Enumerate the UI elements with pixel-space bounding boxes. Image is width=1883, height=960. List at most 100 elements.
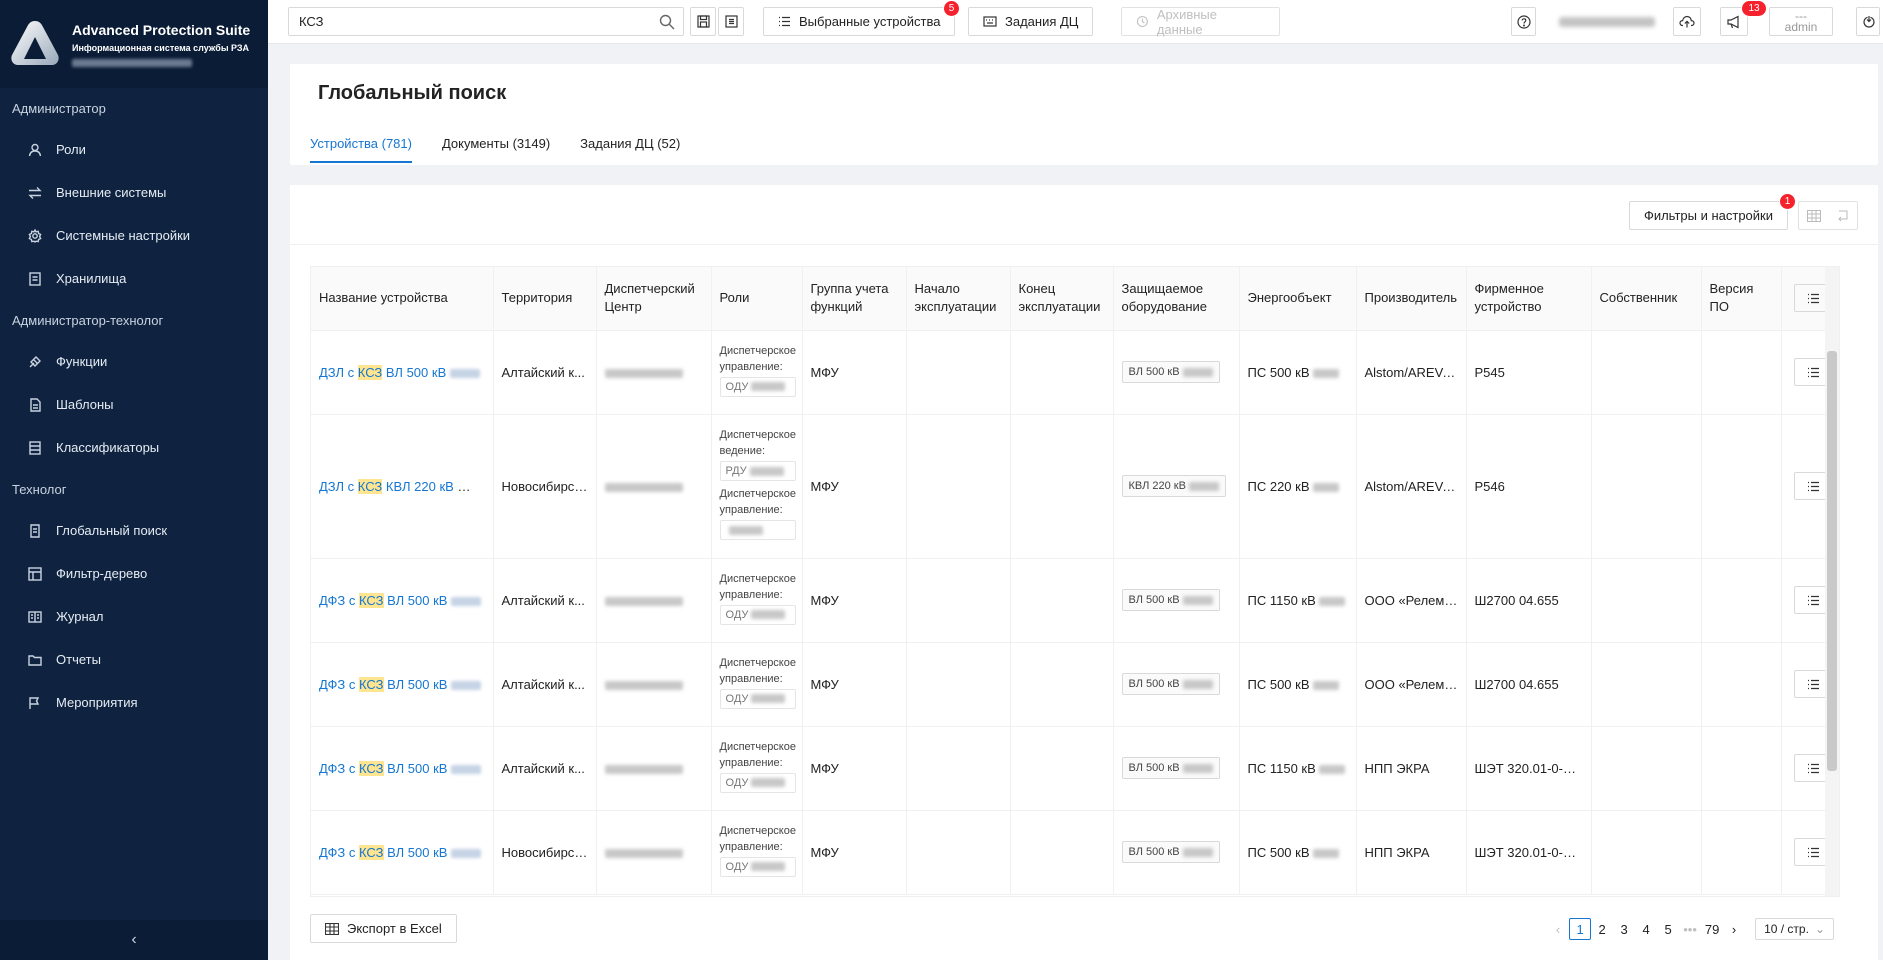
- list-icon: [1808, 595, 1819, 605]
- equipment-tag[interactable]: ВЛ 500 кВ: [1121, 673, 1220, 695]
- save-search-button[interactable]: [690, 7, 716, 36]
- device-name-suffix: ВЛ 500 кВ: [382, 364, 447, 380]
- device-name-link[interactable]: ДФЗ с КСЗ ВЛ 500 кВ: [319, 592, 482, 608]
- sidebar-item-templates[interactable]: Шаблоны: [0, 383, 268, 426]
- sidebar-item-filter-tree[interactable]: Фильтр-дерево: [0, 552, 268, 595]
- selected-devices-button[interactable]: Выбранные устройства: [763, 7, 956, 36]
- sidebar-collapse-button[interactable]: ‹: [0, 920, 268, 960]
- page-1[interactable]: 1: [1569, 918, 1592, 940]
- device-name-link[interactable]: ДЗЛ с КСЗ ВЛ 500 кВ: [319, 364, 480, 380]
- column-header[interactable]: Начало эксплуатации: [906, 267, 1011, 331]
- model-cell: P546: [1466, 414, 1592, 559]
- export-excel-button[interactable]: Экспорт в Excel: [310, 914, 457, 943]
- dc-tasks-button[interactable]: Задания ДЦ: [968, 7, 1094, 36]
- page-4[interactable]: 4: [1635, 918, 1657, 940]
- page-last[interactable]: 79: [1701, 918, 1723, 940]
- help-button[interactable]: [1511, 7, 1536, 36]
- sidebar-item-storages[interactable]: Хранилища: [0, 257, 268, 300]
- search-icon[interactable]: [659, 14, 675, 30]
- list-icon: [1808, 679, 1819, 689]
- sidebar-item-system-settings[interactable]: Системные настройки: [0, 214, 268, 257]
- view-toggle[interactable]: [1798, 201, 1858, 230]
- manufacturer-cell: ООО «Релема...: [1356, 558, 1467, 643]
- redacted-text: [751, 778, 786, 787]
- column-header[interactable]: Группа учета функций: [802, 267, 907, 331]
- next-page-button[interactable]: ›: [1723, 918, 1745, 940]
- column-header[interactable]: Собственник: [1591, 267, 1702, 331]
- table-row[interactable]: ДЗЛ с КСЗ ВЛ 500 кВ Алтайский к... Диспет…: [311, 330, 1839, 415]
- user-org-redacted: [72, 58, 192, 67]
- roles-cell: Диспетчерское управление: ОДУ: [711, 330, 803, 415]
- sidebar-item-journal[interactable]: Журнал: [0, 595, 268, 638]
- sidebar-item-classifiers[interactable]: Классификаторы: [0, 426, 268, 469]
- saved-searches-button[interactable]: [718, 7, 744, 36]
- tab-devices[interactable]: Устройства (781): [310, 136, 412, 163]
- tab-documents[interactable]: Документы (3149): [442, 136, 550, 163]
- sidebar-item-external-systems[interactable]: Внешние системы: [0, 171, 268, 214]
- table-row[interactable]: ДФЗ с КСЗ ВЛ 500 кВ Алтайский к... Диспет…: [311, 642, 1839, 727]
- column-header[interactable]: Роли: [711, 267, 803, 331]
- page-2[interactable]: 2: [1591, 918, 1613, 940]
- tab-dc-tasks[interactable]: Задания ДЦ (52): [580, 136, 680, 163]
- sidebar-item-global-search[interactable]: Глобальный поиск: [0, 509, 268, 552]
- search-input[interactable]: [299, 14, 639, 29]
- column-header[interactable]: Фирменное устройство: [1466, 267, 1592, 331]
- model-cell: ШЭТ 320.01-0-ЭК...: [1466, 810, 1592, 895]
- column-header[interactable]: Производитель: [1356, 267, 1467, 331]
- equipment-tag-text: ВЛ 500 кВ: [1128, 846, 1180, 858]
- page-5[interactable]: 5: [1657, 918, 1679, 940]
- column-header[interactable]: Энергообъект: [1239, 267, 1357, 331]
- column-header[interactable]: Защищаемое оборудование: [1113, 267, 1240, 331]
- role-tag: ОДУ: [719, 772, 796, 793]
- end-date-cell: [1010, 810, 1114, 895]
- sidebar-item-label: Роли: [56, 142, 86, 157]
- table-scrollbar[interactable]: [1825, 267, 1839, 896]
- logout-button[interactable]: [1856, 7, 1880, 36]
- page-3[interactable]: 3: [1613, 918, 1635, 940]
- territory-cell: Алтайский к...: [493, 558, 597, 643]
- equipment-tag[interactable]: ВЛ 500 кВ: [1121, 757, 1220, 779]
- archive-data-button[interactable]: Архивные данные: [1121, 7, 1280, 37]
- table-row[interactable]: ДФЗ с КСЗ ВЛ 500 кВ Алтайский к... Диспет…: [311, 558, 1839, 643]
- user-menu[interactable]: --- admin: [1769, 7, 1833, 36]
- device-name-suffix: ВЛ 500 кВ: [383, 676, 448, 692]
- column-header[interactable]: Версия ПО: [1701, 267, 1782, 331]
- sidebar-item-functions[interactable]: Функции: [0, 340, 268, 383]
- redacted-text: [728, 525, 763, 535]
- sidebar-item-reports[interactable]: Отчеты: [0, 638, 268, 681]
- device-name-link[interactable]: ДФЗ с КСЗ ВЛ 500 кВ: [319, 844, 482, 860]
- equipment-tag[interactable]: ВЛ 500 кВ: [1121, 361, 1220, 383]
- device-name-link[interactable]: ДФЗ с КСЗ ВЛ 500 кВ: [319, 676, 482, 692]
- nav-section-technologist: Технолог Глобальный поиск Фильтр-дерево …: [0, 469, 268, 724]
- equipment-tag[interactable]: КВЛ 220 кВ: [1121, 475, 1227, 497]
- equipment-tag[interactable]: ВЛ 500 кВ: [1121, 589, 1220, 611]
- column-header[interactable]: Диспетчерский Центр: [596, 267, 712, 331]
- page-size-select[interactable]: 10 / стр. ⌄: [1755, 918, 1834, 940]
- table-row[interactable]: ДФЗ с КСЗ ВЛ 500 кВ Алтайский к... Диспет…: [311, 726, 1839, 811]
- dispatch-center-cell: [596, 330, 712, 415]
- column-header[interactable]: Название устройства: [311, 267, 494, 331]
- device-name-link[interactable]: ДФЗ с КСЗ ВЛ 500 кВ: [319, 760, 482, 776]
- prev-page-button[interactable]: ‹: [1547, 918, 1569, 940]
- column-header[interactable]: Территория: [493, 267, 597, 331]
- end-date-cell: [1010, 330, 1114, 415]
- equipment-tag[interactable]: ВЛ 500 кВ: [1121, 841, 1220, 863]
- column-header[interactable]: Конец эксплуатации: [1010, 267, 1114, 331]
- filters-settings-button[interactable]: Фильтры и настройки: [1628, 201, 1788, 230]
- scroll-thumb[interactable]: [1827, 351, 1837, 771]
- jump-next-ellipsis[interactable]: •••: [1679, 918, 1701, 940]
- power-object-cell: ПС 1150 кВ: [1239, 558, 1357, 643]
- table-row[interactable]: ДФЗ с КСЗ ВЛ 500 кВ Новосибирск... Диспет…: [311, 810, 1839, 895]
- sidebar-item-events[interactable]: Мероприятия: [0, 681, 268, 724]
- role-label: Диспетчерское управление:: [719, 572, 796, 601]
- upload-button[interactable]: [1673, 7, 1701, 36]
- table-row[interactable]: ДЗЛ с КСЗ КВЛ 220 кВ Новосибирск... Диспе…: [311, 414, 1839, 559]
- redacted-text: [457, 482, 488, 492]
- sidebar-item-label: Шаблоны: [56, 397, 114, 412]
- nav-section-title: Администратор: [12, 100, 106, 116]
- model-cell: Ш2700 04.655: [1466, 642, 1592, 727]
- sidebar-item-roles[interactable]: Роли: [0, 128, 268, 171]
- device-name-suffix: ВЛ 500 кВ: [383, 760, 448, 776]
- end-date-cell: [1010, 726, 1114, 811]
- device-name-link[interactable]: ДЗЛ с КСЗ КВЛ 220 кВ: [319, 478, 488, 494]
